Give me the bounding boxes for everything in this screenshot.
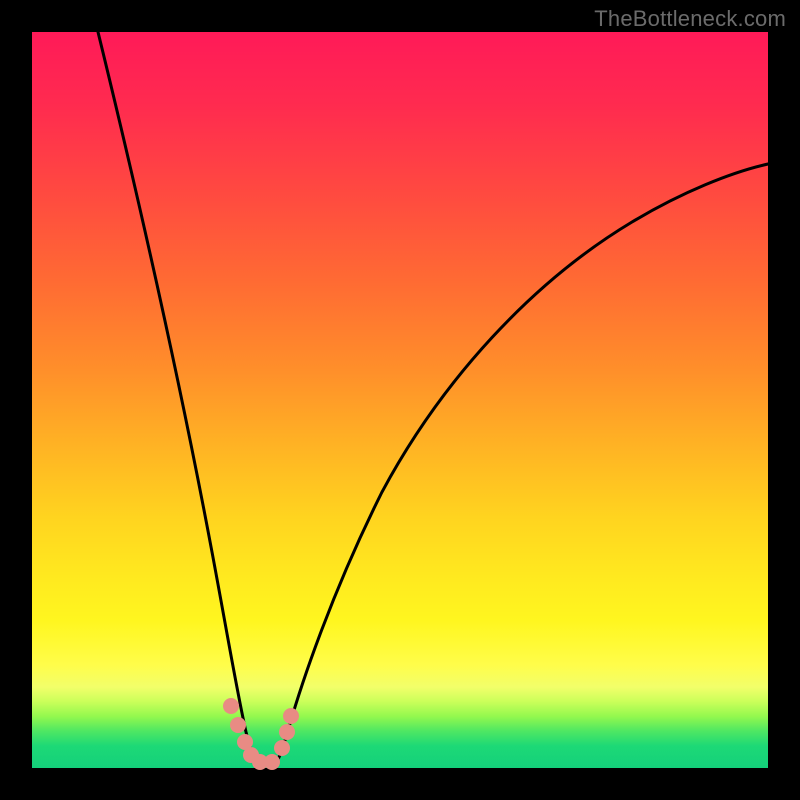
plot-area: [32, 32, 768, 768]
chart-frame: TheBottleneck.com: [0, 0, 800, 800]
marker-dot: [283, 708, 299, 724]
marker-dot: [274, 740, 290, 756]
curve-left-branch: [98, 32, 258, 763]
watermark-text: TheBottleneck.com: [594, 6, 786, 32]
marker-dot: [223, 698, 239, 714]
curves-svg: [32, 32, 768, 768]
marker-dot: [279, 724, 295, 740]
marker-dot: [264, 754, 280, 770]
curve-right-branch: [258, 164, 768, 763]
marker-dot: [230, 717, 246, 733]
